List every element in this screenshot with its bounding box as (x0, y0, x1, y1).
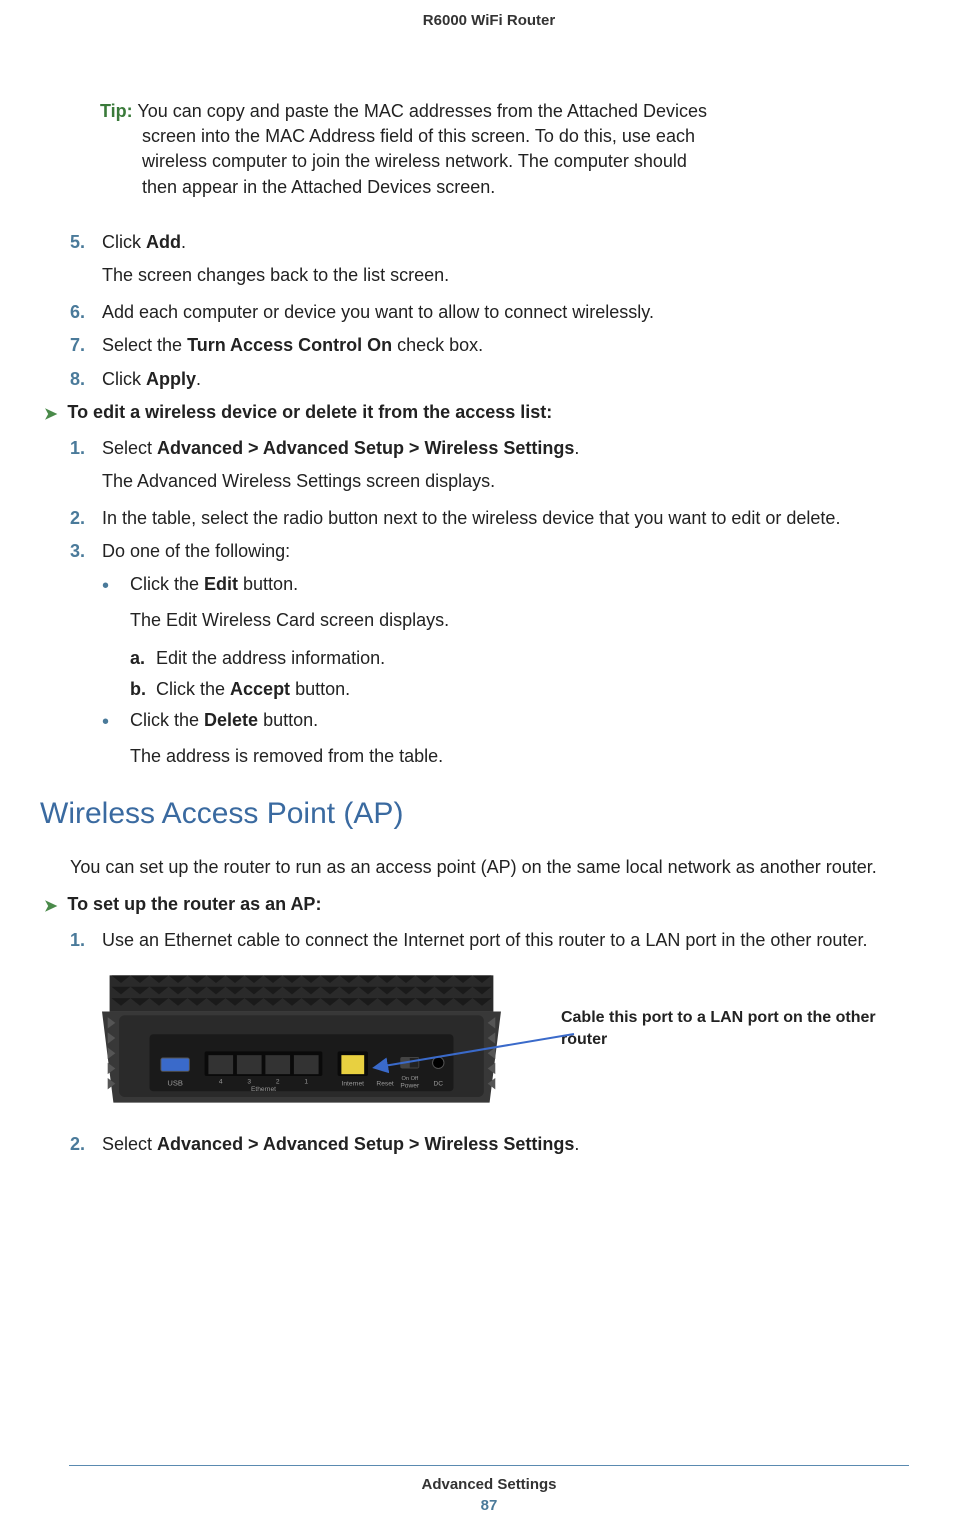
step-5: 5. Click Add. (70, 230, 908, 255)
text: Edit the address information. (156, 646, 385, 671)
proc2-step-1: 1. Use an Ethernet cable to connect the … (70, 928, 908, 953)
text: Click the (156, 679, 230, 699)
letter-label: b. (130, 677, 156, 702)
step-number: 6. (70, 300, 102, 325)
text: Select (102, 438, 157, 458)
procedure-heading-ap: ➤ To set up the router as an AP: (44, 894, 908, 916)
arrow-icon: ➤ (44, 404, 57, 424)
proc1-step-3: 3. Do one of the following: (70, 539, 908, 564)
text: . (574, 438, 579, 458)
tip-line1: You can copy and paste the MAC addresses… (137, 101, 707, 121)
tip-line3: wireless computer to join the wireless n… (142, 149, 908, 174)
bold: Advanced > Advanced Setup > Wireless Set… (157, 438, 574, 458)
tip-block: Tip: You can copy and paste the MAC addr… (100, 99, 908, 200)
bullet-delete-sub: The address is removed from the table. (130, 744, 908, 769)
step-number: 5. (70, 230, 102, 255)
bold: Turn Access Control On (187, 335, 392, 355)
bold: Advanced > Advanced Setup > Wireless Set… (157, 1134, 574, 1154)
proc1-step-1-sub: The Advanced Wireless Settings screen di… (102, 469, 908, 494)
proc1-step-2: 2. In the table, select the radio button… (70, 506, 908, 531)
bullet-icon: • (102, 572, 130, 600)
bold: Apply (146, 369, 196, 389)
svg-text:3: 3 (247, 1078, 251, 1085)
step-number: 1. (70, 436, 102, 461)
tip-line2: screen into the MAC Address field of thi… (142, 124, 908, 149)
footer-title: Advanced Settings (69, 1476, 909, 1493)
usb-label: USB (167, 1078, 183, 1087)
text: Add each computer or device you want to … (102, 300, 908, 325)
bold: Edit (204, 574, 238, 594)
tip-line4: then appear in the Attached Devices scre… (142, 175, 908, 200)
text: In the table, select the radio button ne… (102, 506, 908, 531)
bullet-delete: • Click the Delete button. (102, 708, 908, 736)
letter-label: a. (130, 646, 156, 671)
procedure-title: To set up the router as an AP: (67, 894, 321, 915)
page-header: R6000 WiFi Router (0, 0, 978, 29)
text: . (181, 232, 186, 252)
step-7: 7. Select the Turn Access Control On che… (70, 333, 908, 358)
procedure-heading-edit: ➤ To edit a wireless device or delete it… (44, 402, 908, 424)
bold: Accept (230, 679, 290, 699)
procedure-title: To edit a wireless device or delete it f… (67, 402, 552, 423)
svg-text:Ethernet: Ethernet (251, 1086, 276, 1093)
footer-page-number: 87 (69, 1497, 909, 1514)
svg-text:2: 2 (276, 1078, 280, 1085)
text: . (196, 369, 201, 389)
text: button. (290, 679, 350, 699)
text: Use an Ethernet cable to connect the Int… (102, 928, 908, 953)
step-number: 8. (70, 367, 102, 392)
letter-b: b. Click the Accept button. (130, 677, 908, 702)
proc2-step-2: 2. Select Advanced > Advanced Setup > Wi… (70, 1132, 908, 1157)
text: Click (102, 369, 146, 389)
text: button. (238, 574, 298, 594)
text: check box. (392, 335, 483, 355)
step-6: 6. Add each computer or device you want … (70, 300, 908, 325)
text: Select the (102, 335, 187, 355)
section-intro: You can set up the router to run as an a… (70, 855, 908, 880)
text: Do one of the following: (102, 539, 908, 564)
proc1-step-1: 1. Select Advanced > Advanced Setup > Wi… (70, 436, 908, 461)
step-number: 3. (70, 539, 102, 564)
step-8: 8. Click Apply. (70, 367, 908, 392)
step-number: 2. (70, 1132, 102, 1157)
svg-text:1: 1 (304, 1078, 308, 1085)
bullet-edit-sub: The Edit Wireless Card screen displays. (130, 608, 908, 633)
svg-text:Reset: Reset (376, 1080, 393, 1087)
router-figure: USB 4 3 2 1 Ethernet Internet Reset On O… (102, 964, 908, 1114)
bullet-icon: • (102, 708, 130, 736)
text: . (574, 1134, 579, 1154)
letter-a: a. Edit the address information. (130, 646, 908, 671)
section-heading-wap: Wireless Access Point (AP) (40, 797, 908, 831)
text: button. (258, 710, 318, 730)
step-5-sub: The screen changes back to the list scre… (102, 263, 908, 288)
arrow-icon: ➤ (44, 896, 57, 916)
text: Click the (130, 710, 204, 730)
step-number: 2. (70, 506, 102, 531)
text: Click the (130, 574, 204, 594)
bullet-edit: • Click the Edit button. (102, 572, 908, 600)
svg-text:Power: Power (400, 1082, 420, 1089)
text: Select (102, 1134, 157, 1154)
svg-text:4: 4 (219, 1078, 223, 1085)
callout-arrow (434, 1064, 574, 1104)
tip-label: Tip: (100, 101, 133, 121)
bold: Delete (204, 710, 258, 730)
step-number: 1. (70, 928, 102, 953)
page-content: Tip: You can copy and paste the MAC addr… (0, 29, 978, 1157)
bold: Add (146, 232, 181, 252)
page-footer: Advanced Settings 87 (69, 1465, 909, 1514)
svg-text:On Off: On Off (401, 1075, 418, 1081)
callout-text: Cable this port to a LAN port on the oth… (561, 1007, 908, 1050)
svg-text:Internet: Internet (342, 1080, 365, 1087)
text: Click (102, 232, 146, 252)
step-number: 7. (70, 333, 102, 358)
